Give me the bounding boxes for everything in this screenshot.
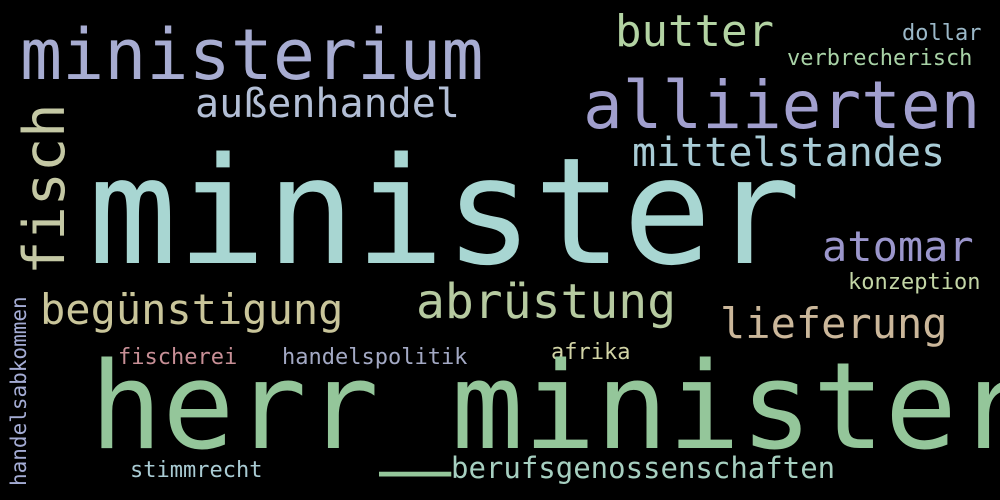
word-atomar: atomar	[822, 222, 974, 271]
word-beguenstigung: begünstigung	[40, 285, 344, 334]
word-handelsabkommen: handelsabkommen	[7, 296, 31, 486]
word-aussenhandel: außenhandel	[195, 81, 460, 127]
word-minister: minister	[88, 126, 801, 298]
word-fisch: fisch	[12, 103, 78, 275]
word-herr-minister: herr_minister	[90, 338, 1000, 477]
word-cloud: ministerium butter dollar verbrecherisch…	[0, 0, 1000, 500]
word-dollar: dollar	[902, 21, 982, 46]
word-butter: butter	[615, 6, 774, 57]
word-berufsgenossenschaften: berufsgenossenschaften	[451, 451, 836, 485]
word-abruestung: abrüstung	[416, 274, 677, 330]
word-ministerium: ministerium	[20, 14, 484, 96]
word-konzeption: konzeption	[848, 270, 981, 295]
word-stimmrecht: stimmrecht	[130, 458, 263, 483]
